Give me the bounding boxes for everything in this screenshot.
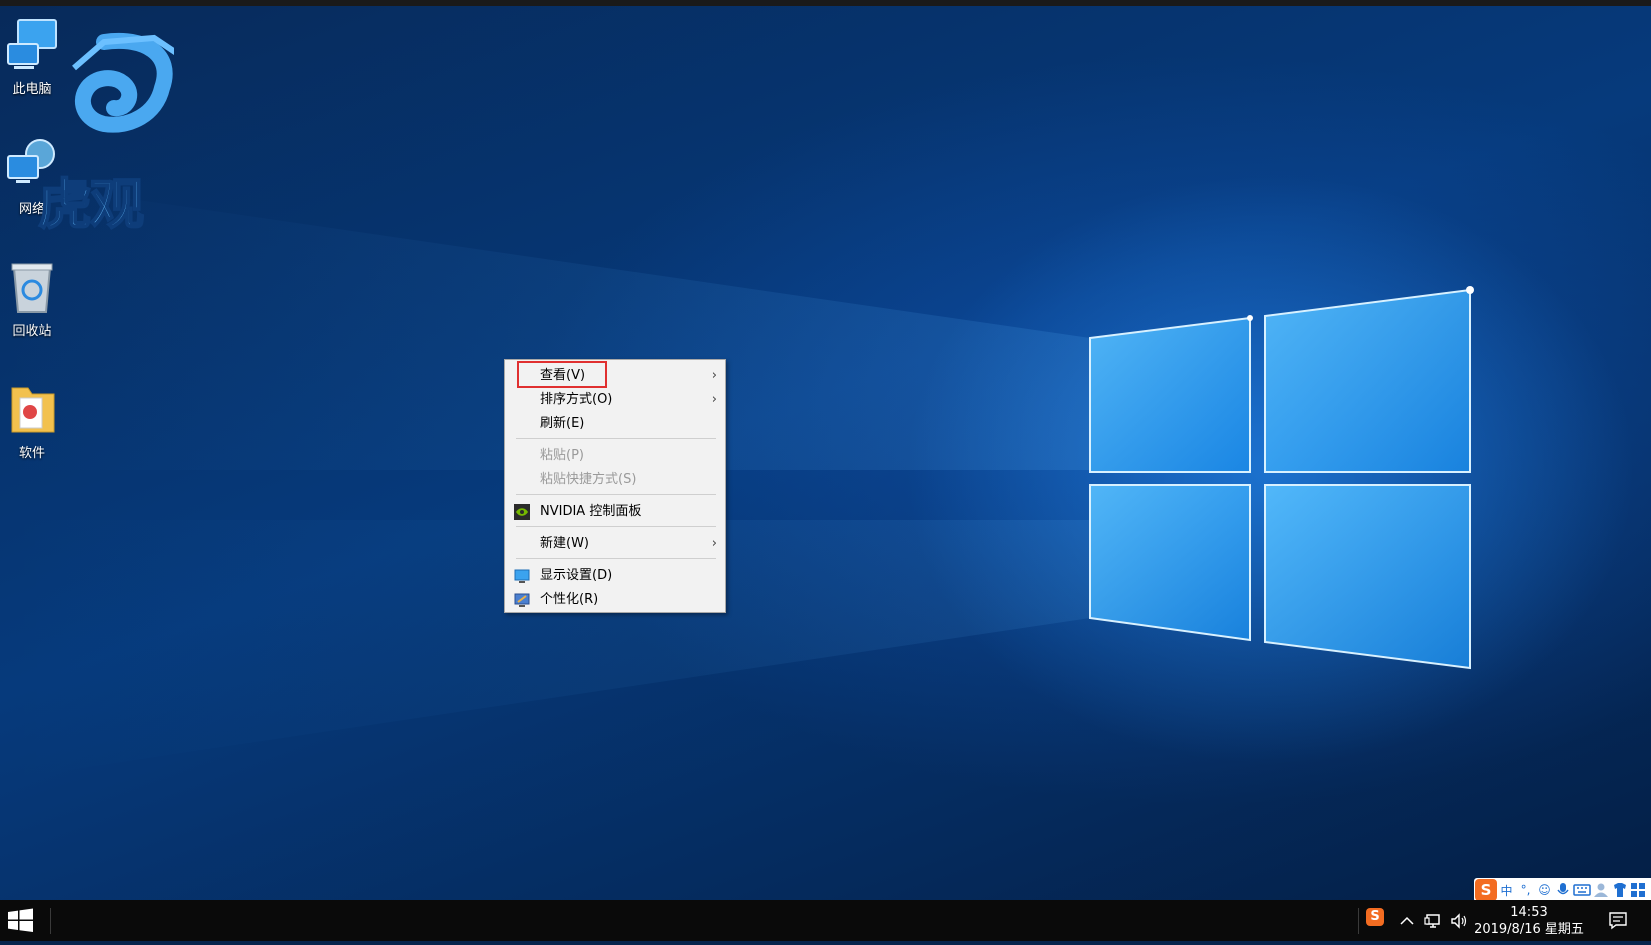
menu-item-label: 刷新(E) [540,416,585,431]
nvidia-icon [514,504,530,520]
menu-separator [516,558,716,559]
menu-item-label: 排序方式(O) [540,392,613,407]
menu-separator [516,494,716,495]
volume-icon[interactable] [1450,912,1468,930]
personalize-icon [514,593,530,607]
windows-logo-wallpaper [0,180,1474,780]
mic-icon[interactable] [1554,882,1573,898]
menu-item-label: NVIDIA 控制面板 [540,504,642,519]
chevron-right-icon: › [711,536,717,551]
sogou-logo[interactable]: S [1475,879,1497,901]
tray-sogou-icon[interactable]: S [1366,908,1384,926]
menu-item-display-settings[interactable]: 显示设置(D) [505,564,725,588]
watermark-text: 虎观 [37,172,145,237]
menu-item-label: 个性化(R) [540,592,599,607]
menu-item-label: 粘贴(P) [540,448,584,463]
menu-separator [516,526,716,527]
start-button[interactable] [0,900,44,941]
clock-date: 2019/8/16 星期五 [1474,922,1584,937]
menu-item-nvidia-control-panel[interactable]: NVIDIA 控制面板 [505,500,725,524]
menu-item-label: 新建(W) [540,536,589,551]
folder-icon [11,387,55,433]
taskbar-divider [1358,908,1359,934]
desktop-icon-label: 软件 [18,446,45,461]
menu-item-paste[interactable]: 粘贴(P) [505,444,725,468]
taskbar-clock[interactable]: 14:53 2019/8/16 星期五 [1474,904,1584,939]
chevron-up-icon[interactable] [1398,912,1416,930]
ime-mode-toggle[interactable]: 中 [1497,882,1516,899]
menu-separator [516,438,716,439]
ime-emoji-button[interactable]: ☺ [1535,883,1554,897]
recycle-bin-icon [11,263,53,313]
ime-punct-toggle[interactable]: °, [1516,883,1535,897]
menu-item-sort-by[interactable]: 排序方式(O) › [505,388,725,412]
desktop-icon-computer[interactable]: 此电脑 [0,16,64,97]
network-icon[interactable] [1424,912,1442,930]
shirt-icon[interactable] [1611,882,1630,898]
menu-item-personalize[interactable]: 个性化(R) [505,588,725,612]
desktop-context-menu: 查看(V) › 排序方式(O) › 刷新(E) 粘贴(P) 粘贴快捷方式(S) … [504,359,726,613]
chevron-right-icon: › [711,368,717,383]
display-icon [514,569,530,583]
menu-item-refresh[interactable]: 刷新(E) [505,412,725,436]
desktop-icon-label: 回收站 [12,324,52,339]
user-icon[interactable] [1592,882,1611,898]
menu-item-new[interactable]: 新建(W) › [505,532,725,556]
menu-item-label: 显示设置(D) [540,568,613,583]
menu-item-label: 粘贴快捷方式(S) [540,472,637,487]
highlight-annotation [517,361,607,388]
windows-logo-icon [8,908,33,932]
desktop-background[interactable]: 此电脑 网络 回收站 软件 虎观 查看(V) › 排序方式(O) › 刷新(E)… [0,0,1651,941]
chevron-right-icon: › [711,392,717,407]
clock-time: 14:53 [1510,905,1548,920]
desktop-icon-folder[interactable]: 软件 [0,380,64,461]
action-center-icon[interactable] [1608,910,1628,930]
desktop-icon-recycle-bin[interactable]: 回收站 [0,258,64,339]
keyboard-icon[interactable] [1573,882,1592,898]
ime-toolbar: S 中 °, ☺ [1474,878,1651,902]
computer-icon [7,19,57,69]
menu-item-paste-shortcut[interactable]: 粘贴快捷方式(S) [505,468,725,492]
grid-icon[interactable] [1630,882,1649,898]
desktop-icon-label: 此电脑 [12,82,52,97]
taskbar: S 14:53 2019/8/16 星期五 [0,900,1651,941]
taskbar-divider [50,908,51,934]
